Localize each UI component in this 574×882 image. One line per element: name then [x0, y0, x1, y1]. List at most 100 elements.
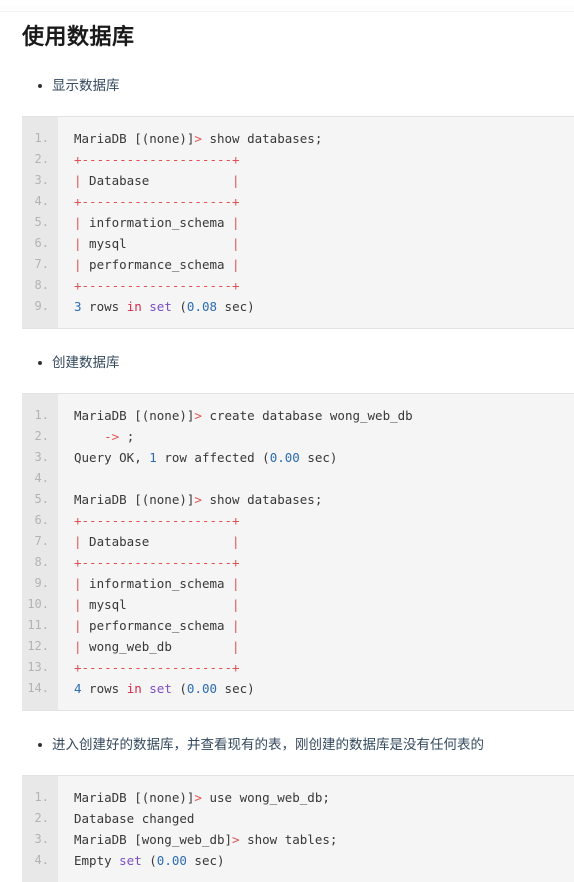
code-line-number: 1.: [34, 790, 49, 804]
code-token-text: (: [171, 299, 187, 314]
code-token-text: Database: [81, 173, 233, 188]
code-token-punctuation: |: [232, 257, 240, 272]
code-token-number: 0.08: [186, 299, 218, 314]
code-line: | Database |: [74, 531, 574, 552]
code-token-punctuation: |: [74, 173, 82, 188]
code-token-punctuation: >: [194, 131, 202, 146]
code-line: +--------------------+: [74, 510, 574, 531]
code-line-number: 4.: [34, 853, 49, 867]
code-line: Database changed: [74, 808, 574, 829]
code-token-punctuation: +--------------------+: [74, 660, 240, 675]
code-token-text: mysql: [81, 597, 233, 612]
code-token-punctuation: |: [74, 597, 82, 612]
code-token-keyword-alt: set: [149, 681, 172, 696]
code-line: Query OK, 1 row affected (0.00 sec): [74, 447, 574, 468]
list-item: 进入创建好的数据库，并查看现有的表，刚创建的数据库是没有任何表的: [38, 735, 574, 755]
code-line-number: 6.: [34, 513, 49, 527]
code-line: | performance_schema |: [74, 254, 574, 275]
code-block[interactable]: 1. 2. 3. 4. MariaDB [(none)]> use wong_web_d…: [22, 775, 574, 882]
code-token-text: performance_schema: [81, 618, 233, 633]
code-line-numbers: 1. 2. 3. 4.: [22, 776, 58, 882]
code-token-punctuation: |: [74, 576, 82, 591]
code-token-punctuation: |: [74, 257, 82, 272]
code-line: +--------------------+: [74, 191, 574, 212]
list-item-label: 创建数据库: [52, 355, 120, 370]
code-token-text: (: [171, 681, 187, 696]
code-content[interactable]: MariaDB [(none)]> use wong_web_db; Databa…: [58, 776, 574, 882]
code-line-number: 1.: [34, 408, 49, 422]
code-token-text: wong_web_db: [81, 639, 233, 654]
code-line: | performance_schema |: [74, 615, 574, 636]
code-content[interactable]: MariaDB [(none)]> create database wong_w…: [58, 394, 574, 710]
code-line-number: 7.: [34, 534, 49, 548]
code-token-punctuation: >: [194, 408, 202, 423]
code-token-number: 1: [149, 450, 157, 465]
code-token-text: show databases;: [201, 131, 323, 146]
code-token-punctuation: |: [232, 576, 240, 591]
code-line: | wong_web_db |: [74, 636, 574, 657]
code-block[interactable]: 1. 2. 3. 4. 5. 6. 7. 8. 9. MariaDB [(none)]> show…: [22, 116, 574, 329]
code-token-number: 0.00: [269, 450, 300, 465]
document-page: 使用数据库 显示数据库 1. 2. 3. 4. 5. 6. 7. 8. 9. MariaDB [(n…: [0, 0, 574, 882]
code-token-number: 0.00: [156, 853, 187, 868]
code-line-number: 6.: [34, 236, 49, 250]
code-line: MariaDB [(none)]> show databases;: [74, 489, 574, 510]
code-line: | information_schema |: [74, 573, 574, 594]
code-token-punctuation: +--------------------+: [74, 278, 240, 293]
page-title: 使用数据库: [22, 24, 135, 49]
code-token-number: 4: [74, 681, 82, 696]
code-token-text: show tables;: [239, 832, 338, 847]
code-line-number: 3.: [34, 173, 49, 187]
code-token-text: Database changed: [74, 811, 195, 826]
code-content[interactable]: MariaDB [(none)]> show databases; +------…: [58, 117, 574, 328]
code-token-keyword: in: [126, 681, 142, 696]
code-line: | mysql |: [74, 594, 574, 615]
code-token-punctuation: |: [74, 618, 82, 633]
list-item-label: 显示数据库: [52, 78, 120, 93]
code-token-punctuation: ->: [104, 429, 120, 444]
code-token-text: Empty: [74, 853, 120, 868]
code-token-text: row affected (: [156, 450, 270, 465]
code-line-number: 3.: [34, 832, 49, 846]
code-token-punctuation: +--------------------+: [74, 194, 240, 209]
code-token-text: (: [141, 853, 157, 868]
top-strip: [0, 6, 574, 12]
code-token-text: Database: [81, 534, 233, 549]
code-line: -> ;: [74, 426, 574, 447]
code-token-keyword: in: [126, 299, 142, 314]
code-token-text: sec): [217, 299, 255, 314]
code-line: +--------------------+: [74, 149, 574, 170]
code-token-punctuation: |: [232, 215, 240, 230]
code-line-number: 13.: [27, 660, 49, 674]
code-token-keyword-alt: set: [119, 853, 142, 868]
code-token-punctuation: >: [194, 492, 202, 507]
code-line-number: 8.: [34, 278, 49, 292]
code-token-text: MariaDB [(none)]: [74, 131, 195, 146]
code-token-text: MariaDB [(none)]: [74, 408, 195, 423]
code-token-punctuation: |: [74, 534, 82, 549]
code-token-text: mysql: [81, 236, 233, 251]
code-line-number: 5.: [34, 215, 49, 229]
code-line: MariaDB [(none)]> use wong_web_db;: [74, 787, 574, 808]
code-line-number: 14.: [27, 681, 49, 695]
code-line-number: 8.: [34, 555, 49, 569]
code-line-numbers: 1. 2. 3. 4. 5. 6. 7. 8. 9.: [22, 117, 58, 328]
code-line: +--------------------+: [74, 657, 574, 678]
code-token-text: MariaDB [wong_web_db]: [74, 832, 233, 847]
code-line: +--------------------+: [74, 552, 574, 573]
code-token-text: MariaDB [(none)]: [74, 492, 195, 507]
code-line-number: 2.: [34, 429, 49, 443]
code-token-punctuation: +--------------------+: [74, 152, 240, 167]
code-token-text: rows: [81, 299, 127, 314]
code-line-number: 3.: [34, 450, 49, 464]
code-line: 4 rows in set (0.00 sec): [74, 678, 574, 699]
code-token-text: sec): [217, 681, 255, 696]
code-line-number: 9.: [34, 299, 49, 313]
code-token-number: 3: [74, 299, 82, 314]
code-token-text: rows: [81, 681, 127, 696]
code-token-punctuation: |: [232, 639, 240, 654]
code-token-punctuation: >: [232, 832, 240, 847]
code-token-number: 0.00: [186, 681, 218, 696]
code-block[interactable]: 1. 2. 3. 4. 5. 6. 7. 8. 9. 10. 11. 12. 13. 14. MariaDB…: [22, 393, 574, 711]
code-line: MariaDB [(none)]> create database wong_w…: [74, 405, 574, 426]
